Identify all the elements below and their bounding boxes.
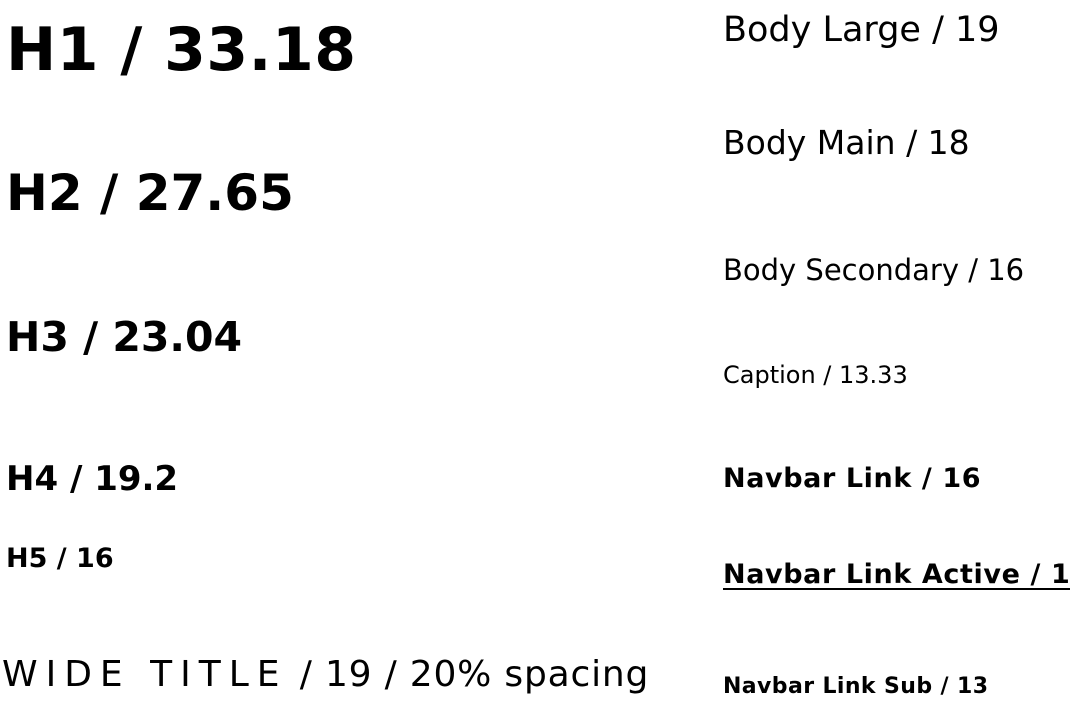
h2-sample: H2 / 27.65 xyxy=(6,164,294,222)
h4-sample: H4 / 19.2 xyxy=(6,459,179,499)
wide-title-text: WIDE TITLE xyxy=(2,654,288,695)
navbar-link-sub-sample[interactable]: Navbar Link Sub / 13 xyxy=(723,676,988,698)
body-large-sample: Body Large / 19 xyxy=(723,10,1000,50)
h5-sample: H5 / 16 xyxy=(6,543,114,574)
h1-sample: H1 / 33.18 xyxy=(6,15,357,85)
navbar-link-sample[interactable]: Navbar Link / 16 xyxy=(723,465,981,492)
h3-sample: H3 / 23.04 xyxy=(6,313,243,361)
navbar-link-active-sample[interactable]: Navbar Link Active / 16 xyxy=(723,561,1070,588)
wide-title-spec: / 19 / 20% spacing xyxy=(287,654,650,695)
body-main-sample: Body Main / 18 xyxy=(723,123,970,162)
caption-sample: Caption / 13.33 xyxy=(723,361,908,389)
wide-title-sample: WIDE TITLE / 19 / 20% spacing xyxy=(2,657,649,693)
body-secondary-sample: Body Secondary / 16 xyxy=(723,253,1025,287)
